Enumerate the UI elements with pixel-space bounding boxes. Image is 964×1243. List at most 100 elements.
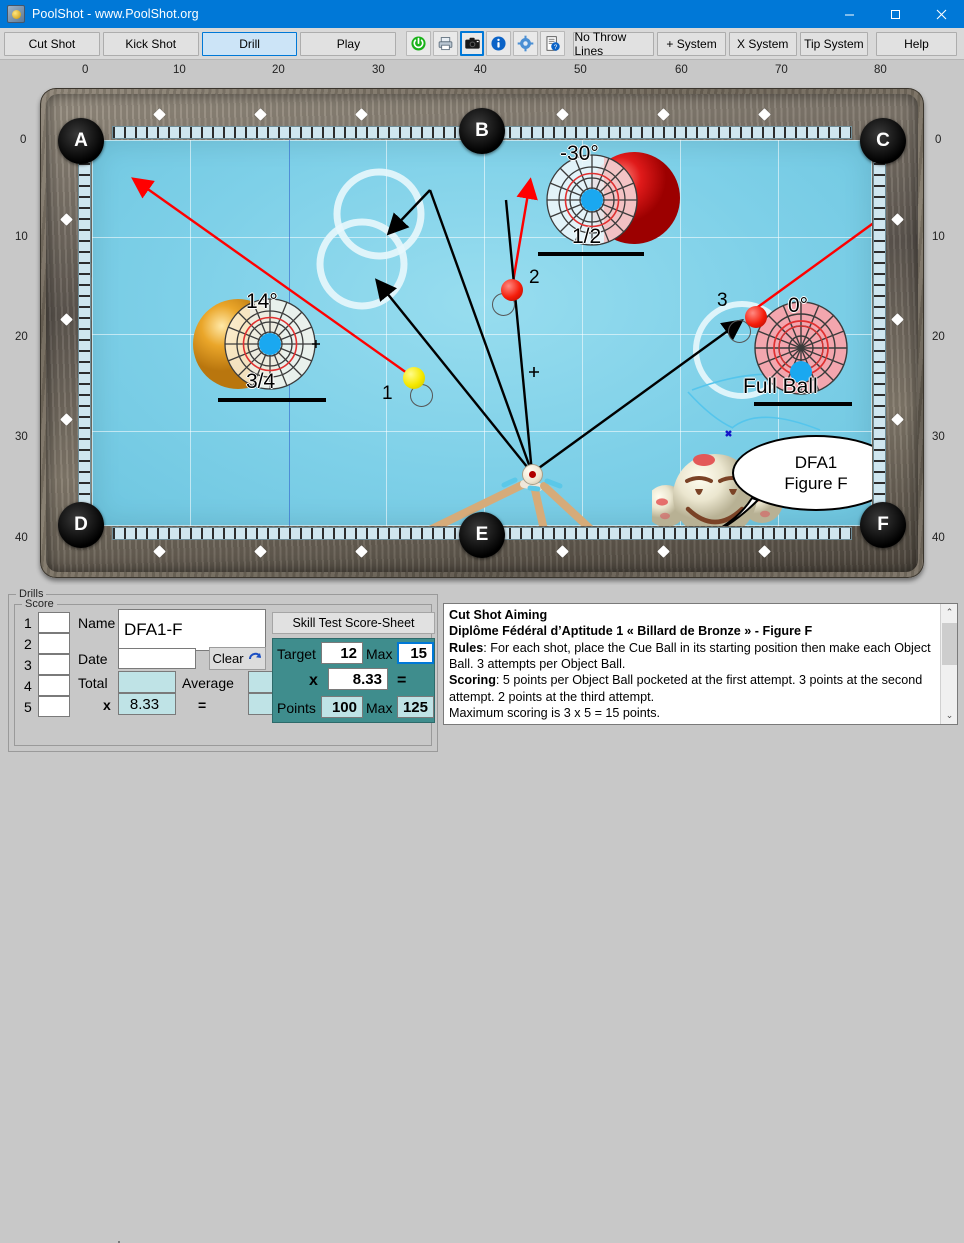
equals-label: = bbox=[198, 697, 207, 713]
score-row-input-3[interactable] bbox=[38, 654, 70, 675]
aim-fraction-label: 1/2 bbox=[572, 225, 602, 248]
button-x-system[interactable]: X System bbox=[728, 31, 797, 56]
bubble-line-1: DFA1 bbox=[794, 452, 838, 472]
points-max-label: Max bbox=[366, 700, 393, 716]
multiply-label: x bbox=[103, 697, 111, 713]
aim-angle-label: 0° bbox=[788, 294, 809, 317]
name-input[interactable]: DFA1-F bbox=[118, 609, 266, 651]
ruler-left-20: 20 bbox=[15, 331, 28, 343]
aim-red-ball: -30° 1/2 bbox=[524, 142, 694, 258]
bottom-panel: Drills Score 1 2 3 4 5 Name DFA1-F Date … bbox=[0, 585, 964, 1243]
description-panel[interactable]: Cut Shot Aiming Diplôme Fédéral d’Aptitu… bbox=[443, 603, 958, 725]
clear-button[interactable]: Clear bbox=[209, 647, 266, 670]
minimize-button[interactable] bbox=[826, 0, 872, 28]
tab-play[interactable]: Play bbox=[300, 31, 397, 56]
power-icon[interactable] bbox=[406, 31, 431, 56]
svg-text:?: ? bbox=[553, 44, 557, 51]
printer-icon[interactable] bbox=[432, 31, 458, 56]
description-max: Maximum scoring is 3 x 5 = 15 points. bbox=[449, 706, 661, 721]
info-icon[interactable] bbox=[486, 31, 512, 56]
button-tip-system[interactable]: Tip System bbox=[799, 31, 868, 56]
object-ball-3[interactable] bbox=[745, 306, 767, 328]
total-value bbox=[118, 671, 176, 693]
ruler-left-30: 30 bbox=[15, 431, 28, 443]
description-subtitle: Diplôme Fédéral d’Aptitude 1 « Billard d… bbox=[449, 624, 813, 639]
pocket-d[interactable]: D bbox=[58, 502, 104, 548]
score-row-input-2[interactable] bbox=[38, 633, 70, 654]
scrollbar-thumb[interactable] bbox=[942, 623, 957, 665]
multiplier-value: 8.33 bbox=[118, 693, 176, 715]
score-multiply-label: x bbox=[309, 672, 318, 689]
scoring-label: Scoring bbox=[449, 673, 496, 688]
scoring-text: : 5 points per Object Ball pocketed at t… bbox=[449, 673, 923, 704]
aim-yellow-ball: 14° 3/4 bbox=[180, 290, 330, 402]
ruler-top-70: 70 bbox=[775, 64, 788, 76]
ruler-top-40: 40 bbox=[474, 64, 487, 76]
description-scrollbar[interactable]: ⌃ ⌄ bbox=[940, 604, 957, 724]
ball-label-2: 2 bbox=[529, 267, 540, 288]
button-plus-system[interactable]: + System bbox=[657, 31, 726, 56]
window-controls bbox=[826, 0, 964, 28]
target-max-value[interactable]: 15 bbox=[397, 642, 434, 664]
score-sheet-button[interactable]: Skill Test Score-Sheet bbox=[272, 612, 435, 634]
date-label: Date bbox=[78, 651, 108, 667]
ruler-top-60: 60 bbox=[675, 64, 688, 76]
pocket-c[interactable]: C bbox=[860, 118, 906, 164]
ruler-right-20: 20 bbox=[932, 331, 945, 343]
score-row-number-4: 4 bbox=[24, 678, 32, 694]
pool-table[interactable]: 14° 3/4 -30° 1/2 0° Full Ball 1 2 3 DFA1… bbox=[40, 88, 924, 578]
scale-strip-left bbox=[78, 140, 91, 526]
ruler-top-10: 10 bbox=[173, 64, 186, 76]
total-label: Total bbox=[78, 675, 108, 691]
ruler-top-30: 30 bbox=[372, 64, 385, 76]
object-ball-1[interactable] bbox=[403, 367, 425, 389]
window-title: PoolShot - www.PoolShot.org bbox=[32, 7, 199, 21]
scroll-up-arrow-icon[interactable]: ⌃ bbox=[941, 604, 957, 621]
aim-angle-label: 14° bbox=[246, 290, 278, 313]
maximize-button[interactable] bbox=[872, 0, 918, 28]
ruler-right-40: 40 bbox=[932, 532, 945, 544]
tab-kick-shot[interactable]: Kick Shot bbox=[102, 31, 199, 56]
ball-label-1: 1 bbox=[382, 383, 393, 404]
speech-bubble-tail bbox=[722, 496, 760, 526]
target-value[interactable]: 12 bbox=[321, 642, 363, 664]
score-group-label: Score bbox=[22, 598, 57, 610]
pocket-b[interactable]: B bbox=[459, 108, 505, 154]
gear-icon[interactable] bbox=[513, 31, 538, 56]
aim-fraction-label: Full Ball bbox=[743, 375, 818, 398]
points-value: 100 bbox=[321, 696, 363, 718]
pocket-a[interactable]: A bbox=[58, 118, 104, 164]
object-ball-2[interactable] bbox=[501, 279, 523, 301]
table-cloth[interactable]: 14° 3/4 -30° 1/2 0° Full Ball 1 2 3 DFA1… bbox=[92, 140, 872, 526]
tab-drill[interactable]: Drill bbox=[201, 31, 298, 56]
score-row-input-5[interactable] bbox=[38, 696, 70, 717]
button-no-throw-lines[interactable]: No Throw Lines bbox=[573, 30, 655, 58]
pocket-e[interactable]: E bbox=[459, 512, 505, 558]
ruler-right-0: 0 bbox=[935, 134, 942, 146]
aim-underline bbox=[538, 252, 644, 256]
button-help[interactable]: Help bbox=[875, 31, 957, 56]
ruler-right-10: 10 bbox=[932, 231, 945, 243]
ball-label-3: 3 bbox=[717, 290, 728, 311]
score-row-input-4[interactable] bbox=[38, 675, 70, 696]
points-max-value: 125 bbox=[397, 696, 434, 718]
aim-underline bbox=[218, 398, 326, 402]
pocket-f[interactable]: F bbox=[860, 502, 906, 548]
points-label: Points bbox=[277, 700, 316, 716]
ruler-left-0: 0 bbox=[20, 134, 27, 146]
camera-icon[interactable] bbox=[459, 31, 485, 56]
score-row-number-5: 5 bbox=[24, 699, 32, 715]
score-equals-label: = bbox=[397, 672, 407, 689]
score-sheet-panel: Target 12 Max 15 x 8.33 = Points 100 Max… bbox=[272, 638, 435, 723]
scroll-down-arrow-icon[interactable]: ⌄ bbox=[941, 707, 957, 724]
score-multiplier-value[interactable]: 8.33 bbox=[328, 668, 388, 690]
close-button[interactable] bbox=[918, 0, 964, 28]
scale-strip-right bbox=[873, 140, 886, 526]
tab-cut-shot[interactable]: Cut Shot bbox=[4, 31, 100, 56]
date-input-field[interactable] bbox=[118, 648, 196, 669]
bubble-line-2: Figure F bbox=[784, 474, 848, 493]
cue-ball-center-dot bbox=[529, 471, 536, 478]
score-row-input-1[interactable] bbox=[38, 612, 70, 633]
help-document-icon[interactable]: ? bbox=[539, 31, 565, 56]
ruler-left-10: 10 bbox=[15, 231, 28, 243]
